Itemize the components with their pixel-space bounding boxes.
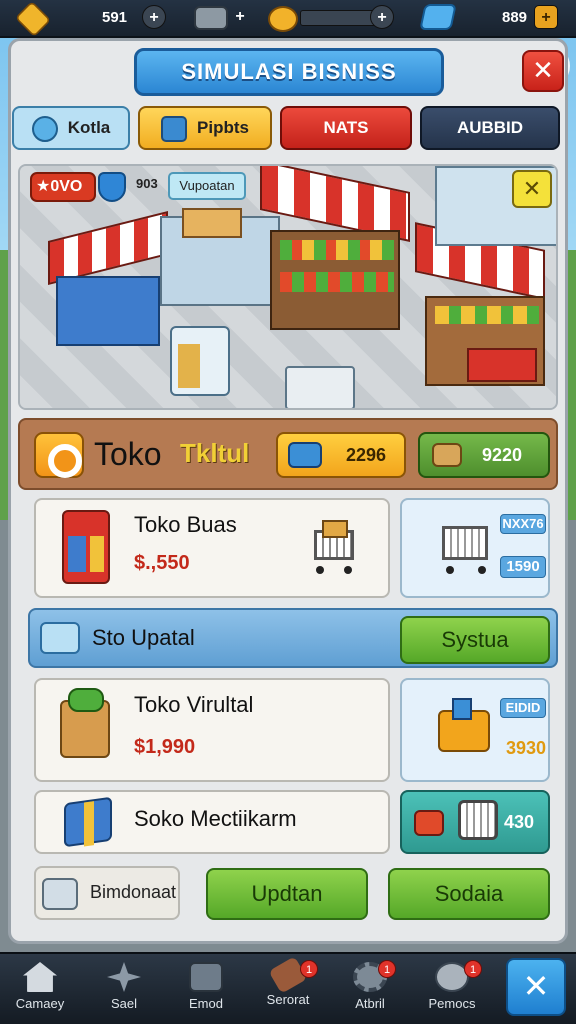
item-tag: NXX76: [500, 514, 546, 534]
item-side-panel[interactable]: EIDID 3930: [400, 678, 550, 782]
crate-icon: [432, 443, 462, 467]
home-icon: [23, 962, 57, 992]
tab-label: Pipbts: [197, 118, 249, 137]
shop-scene[interactable]: [18, 164, 558, 410]
item-side-value: 430: [504, 812, 535, 832]
footer-label: Bimdonaat: [90, 882, 177, 902]
scene-label: Vupoatan: [168, 172, 246, 200]
item-price: $1,990: [134, 736, 196, 758]
close-icon: ✕: [532, 55, 554, 85]
sodaia-button[interactable]: Sodaia: [388, 868, 550, 920]
star-icon: [107, 962, 141, 992]
add-machine-button[interactable]: +: [228, 5, 252, 29]
item-tag: EIDID: [500, 698, 546, 718]
close-icon: ✕: [522, 176, 542, 201]
gift-box-icon: [64, 796, 112, 848]
list-item[interactable]: Toko Buas $.,550: [34, 498, 390, 598]
item-side-panel[interactable]: 430: [400, 790, 550, 854]
nav-item-pemocs[interactable]: Pemocs 1: [412, 958, 492, 1022]
item-price: $.,550: [134, 552, 190, 574]
rating-badge: ★0VO: [30, 172, 96, 202]
crate-icon: [189, 962, 223, 992]
update-button[interactable]: Updtan: [206, 868, 368, 920]
scene-count: 903: [136, 176, 158, 191]
cart-icon: [438, 514, 498, 584]
upgrade-label: Sto Upatal: [92, 625, 195, 650]
store-title: Toko: [94, 436, 162, 472]
market-stall[interactable]: [48, 211, 168, 356]
nav-item-emod[interactable]: Emod: [166, 958, 246, 1022]
cash-register[interactable]: [285, 366, 355, 408]
nav-item-serorat[interactable]: Serorat 1: [248, 956, 328, 1022]
tab-kotla[interactable]: Kotla: [12, 106, 130, 150]
tab-label: AUBBID: [456, 118, 524, 137]
item-name: Toko Virultal: [134, 692, 254, 717]
add-gold-button[interactable]: +: [142, 5, 166, 29]
footer-info: Bimdonaat: [34, 866, 180, 920]
tab-nats[interactable]: NATS: [280, 106, 412, 150]
plant-crate-icon: [60, 688, 110, 758]
item-name: Toko Buas: [134, 512, 237, 537]
tab-label: Kotla: [67, 118, 111, 137]
list-item[interactable]: Soko Mectiikarm: [34, 790, 390, 854]
gear-bar-icon: [268, 6, 298, 32]
tab-aubbid[interactable]: AUBBID: [420, 106, 560, 150]
item-side-value: 3930: [506, 738, 547, 758]
item-name: Soko Mectiikarm: [134, 806, 297, 831]
resource-gold: 591: [2, 0, 152, 38]
globe-icon: [31, 115, 58, 142]
grocery-store[interactable]: [260, 166, 410, 336]
upgrade-button[interactable]: Systua: [400, 616, 550, 664]
add-progress-button[interactable]: +: [370, 5, 394, 29]
cart-icon: [458, 800, 498, 840]
item-side-value: 1590: [500, 556, 546, 578]
nav-item-camaey[interactable]: Camaey: [0, 958, 80, 1022]
list-item[interactable]: Toko Virultal $1,990: [34, 678, 390, 782]
shield-icon: [98, 172, 126, 202]
machine-icon: [194, 6, 228, 30]
item-side-panel[interactable]: NXX76 1590: [400, 498, 550, 598]
build-button[interactable]: ✕: [506, 958, 566, 1016]
notification-badge: 1: [378, 960, 396, 978]
notification-badge: 1: [300, 960, 318, 978]
add-gem-button[interactable]: +: [534, 5, 558, 29]
cart-icon: [308, 516, 360, 580]
close-button[interactable]: ✕: [522, 50, 564, 92]
resource-bar: 591 + + + 889 +: [0, 0, 576, 38]
nav-item-sael[interactable]: Sael: [84, 958, 164, 1022]
cash-stack-icon: [40, 622, 80, 654]
tab-label: NATS: [323, 118, 369, 137]
scene-close-button[interactable]: ✕: [512, 170, 552, 208]
vending-icon: [62, 510, 110, 584]
gem-icon: [419, 4, 457, 30]
stat-stock: 9220: [418, 432, 550, 478]
store-subtitle: Tkltul: [180, 438, 250, 468]
crate-icon: [414, 810, 444, 836]
vending-machine[interactable]: [170, 326, 230, 396]
cash-register-icon: [42, 878, 78, 910]
panel-title: SIMULASI BISNISS: [134, 48, 444, 96]
box-icon: [161, 115, 188, 142]
tablet-icon: [288, 442, 322, 468]
nav-item-atbril[interactable]: Atbril 1: [330, 958, 410, 1022]
donut-icon: [34, 432, 84, 478]
hammer-icon: ✕: [522, 968, 550, 1004]
gold-chest-icon: [14, 0, 52, 38]
tab-pipbts[interactable]: Pipbts: [138, 106, 272, 150]
gold-value: 591: [102, 9, 128, 26]
cart-icon: [438, 698, 490, 752]
stat-income: 2296: [276, 432, 406, 478]
gem-value: 889: [502, 9, 528, 26]
notification-badge: 1: [464, 960, 482, 978]
